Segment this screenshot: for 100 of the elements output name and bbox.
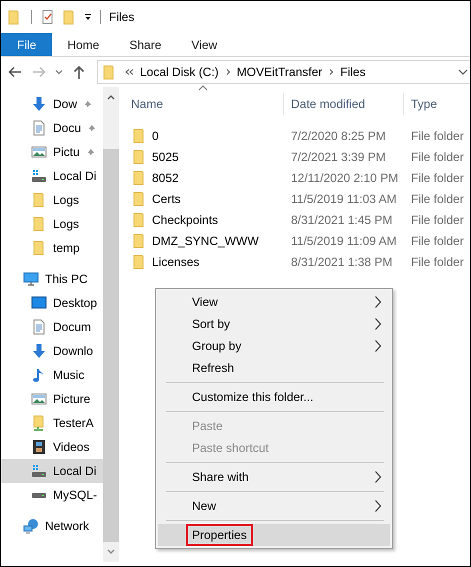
menu-item[interactable]: Share with [158,466,390,488]
menu-item[interactable]: Properties [158,524,390,546]
double-chevron-icon[interactable] [124,68,134,76]
sidebar-item[interactable]: Videos [1,435,103,459]
date-modified: 8/31/2021 1:38 PM [291,254,392,268]
date-modified: 8/31/2021 1:45 PM [291,212,392,226]
sidebar-label: This PC [45,272,88,286]
sidebar-label: Network [45,519,90,533]
column-header[interactable]: Type [404,93,470,115]
drive-icon [31,463,47,479]
sidebar-item[interactable]: Docu [1,116,103,140]
up-arrow-icon[interactable] [71,64,87,80]
monitor-icon [23,271,39,287]
download-icon [31,343,47,359]
file-name[interactable]: Checkpoints [152,212,218,226]
date-modified: 11/5/2019 11:03 AM [291,192,397,206]
file-type: File folder [411,254,464,268]
file-name[interactable]: DMZ_SYNC_WWW [152,234,259,248]
ribbon-tab[interactable]: File [1,33,52,56]
scroll-up-icon[interactable] [106,93,116,101]
menu-item[interactable]: Customize this folder... [158,386,390,408]
scroll-down-icon[interactable] [106,548,116,556]
address-bar[interactable]: Local Disk (C:) MOVEitTransfer Files [97,60,470,84]
date-modified: 7/2/2020 8:25 PM [291,128,386,142]
breadcrumb[interactable]: Local Disk (C:) [140,65,219,79]
chevron-right-icon[interactable] [224,68,231,76]
back-arrow-icon[interactable] [7,64,23,80]
scroll-thumb[interactable] [103,149,119,542]
sidebar-item[interactable]: Desktop [1,291,103,315]
sort-caret-icon [198,85,208,91]
sidebar-label: Desktop [53,296,98,310]
file-name[interactable]: 5025 [152,150,179,164]
pictures-icon [31,144,47,160]
sidebar-item[interactable]: This PC [1,267,103,291]
column-header[interactable]: Date modified [284,93,404,115]
chevron-right-icon[interactable] [328,68,334,76]
sidebar-label: Downlo [53,344,94,358]
drive-icon [31,168,47,184]
sidebar-item[interactable]: MySQL- [1,483,103,507]
file-name[interactable]: 8052 [152,170,179,184]
drive-icon [32,492,46,498]
sidebar-item[interactable]: temp [1,236,103,260]
chevron-down-icon[interactable] [55,68,63,76]
sidebar-item[interactable]: Docum [1,315,103,339]
videos-icon [31,439,47,455]
sidebar-label: TesterA [53,416,94,430]
sidebar-item[interactable]: Pictu [1,140,103,164]
window-title: Files [109,10,134,24]
sidebar-label: Pictu [53,145,80,159]
document-icon [31,120,47,136]
file-type: File folder [411,192,464,206]
sidebar-label: Docu [53,121,82,135]
sidebar-item[interactable]: TesterA [1,411,103,435]
breadcrumb[interactable]: Files [340,65,366,79]
date-modified: 7/2/2021 3:39 PM [291,150,386,164]
breadcrumb[interactable]: MOVEitTransfer [236,65,322,79]
sidebar-item[interactable]: Logs [1,188,103,212]
sidebar-label: Local Di [53,169,96,183]
pictures-icon [31,391,47,407]
menu-item[interactable]: Sort by [158,313,390,335]
file-type: File folder [411,170,464,184]
sidebar-label: Local Di [53,464,96,478]
sidebar-label: Dow [53,97,78,111]
sidebar-label: Logs [53,217,80,231]
sidebar-item[interactable]: Downlo [1,339,103,363]
document-icon [31,319,47,335]
sidebar-item[interactable]: Local Di [1,459,103,483]
file-type: File folder [411,234,464,248]
sidebar-label: Videos [53,440,90,454]
file-type: File folder [411,212,464,226]
network-icon [23,518,39,534]
sidebar-label: MySQL- [53,488,98,502]
file-name[interactable]: Certs [152,192,181,206]
sidebar-item[interactable]: Network [1,514,103,538]
dropdown-icon[interactable] [84,13,92,21]
sidebar-label: Music [53,368,84,382]
sidebar-item[interactable]: Local Di [1,164,103,188]
sidebar-label: Logs [53,193,80,207]
menu-item[interactable]: Group by [158,335,390,357]
download-icon [31,96,47,112]
scrollbar[interactable] [103,87,119,562]
column-header[interactable]: Name [131,93,284,115]
sidebar-label: Picture [53,392,90,406]
menu-item[interactable]: New [158,495,390,517]
sidebar-item[interactable]: Music [1,363,103,387]
sidebar-item[interactable]: Logs [1,212,103,236]
sidebar-label: Docum [53,320,92,334]
menu-item[interactable]: Refresh [158,357,390,379]
chevron-down-icon[interactable] [458,68,468,76]
sidebar-item[interactable]: Dow [1,92,103,116]
menu-item[interactable]: View [158,291,390,313]
desktop-icon [31,295,47,311]
file-name[interactable]: Licenses [152,254,200,268]
sidebar-label: temp [53,241,80,255]
date-modified: 11/5/2019 11:09 AM [291,234,397,248]
file-name[interactable]: 0 [152,128,159,142]
file-type: File folder [411,150,464,164]
sidebar-item[interactable]: Picture [1,387,103,411]
date-modified: 12/11/2020 2:10 PM [291,170,398,184]
file-type: File folder [411,128,464,142]
